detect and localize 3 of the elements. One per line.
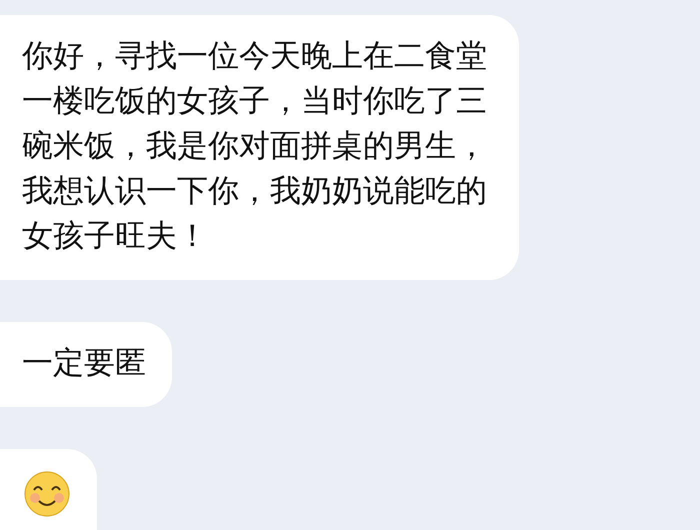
message-bubble: 你好，寻找一位今天晚上在二食堂一楼吃饭的女孩子，当时你吃了三碗米饭，我是你对面拼桌的男生，我想认识一下你，我奶奶说能吃的女孩子旺夫！ [0, 15, 520, 280]
message-bubble: 一定要匿 [0, 322, 172, 407]
smiley-icon [24, 471, 70, 517]
